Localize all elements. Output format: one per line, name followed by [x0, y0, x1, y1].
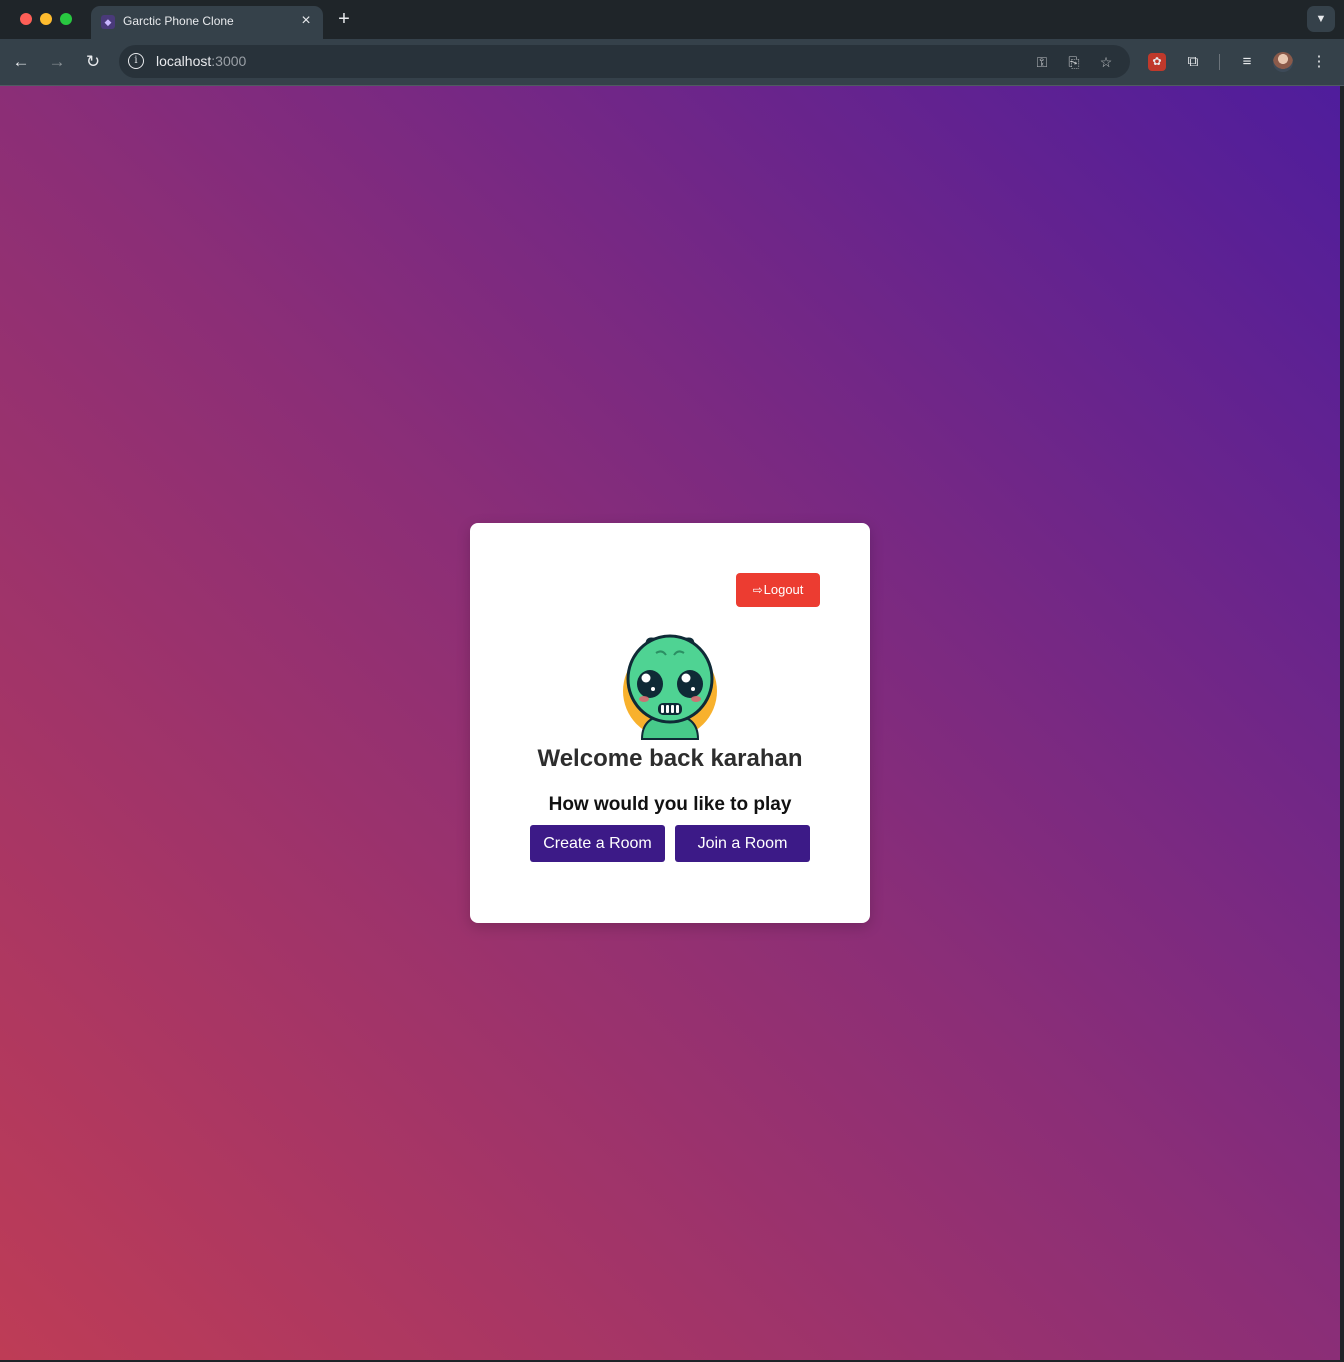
logout-icon: ⇨ [752, 583, 763, 597]
address-bar[interactable]: i localhost:3000 ⚿ ⎘ ☆ [119, 45, 1130, 78]
site-info-icon[interactable]: i [128, 53, 144, 69]
reload-icon[interactable]: ↻ [82, 51, 104, 73]
browser-tab[interactable]: ◆ Garctic Phone Clone × [91, 6, 323, 39]
media-control-icon[interactable]: ≡ [1236, 51, 1258, 73]
window-close-button[interactable] [20, 13, 32, 25]
browser-title-bar: ◆ Garctic Phone Clone × + ▼ [0, 0, 1344, 39]
tab-favicon-icon: ◆ [101, 15, 115, 29]
profile-avatar[interactable] [1273, 52, 1293, 72]
back-icon[interactable]: ← [10, 51, 32, 73]
logout-label: Logout [763, 582, 804, 597]
window-minimize-button[interactable] [40, 13, 52, 25]
play-mode-subtitle: How would you like to play [548, 794, 792, 815]
create-room-button[interactable]: Create a Room [530, 825, 665, 862]
forward-icon[interactable]: → [46, 51, 68, 73]
window-maximize-button[interactable] [60, 13, 72, 25]
tab-search-button[interactable]: ▼ [1307, 6, 1335, 32]
install-app-icon[interactable]: ⎘ [1064, 52, 1084, 72]
bookmark-star-icon[interactable]: ☆ [1096, 52, 1116, 72]
browser-toolbar: ← → ↻ i localhost:3000 ⚿ ⎘ ☆ ✿ ⧉ ≡ ⋮ [0, 39, 1344, 86]
alien-avatar [623, 634, 717, 740]
tab-title: Garctic Phone Clone [123, 14, 234, 28]
welcome-card: ⇨Logout Welcome back karahan How would y… [470, 523, 870, 923]
join-room-button[interactable]: Join a Room [675, 825, 810, 862]
url-text[interactable]: localhost:3000 [156, 53, 246, 69]
new-tab-button[interactable]: + [333, 8, 355, 30]
extensions-puzzle-icon[interactable]: ⧉ [1182, 51, 1204, 73]
url-port: :3000 [211, 53, 247, 69]
more-menu-icon[interactable]: ⋮ [1308, 51, 1330, 73]
logout-button[interactable]: ⇨Logout [736, 573, 820, 607]
welcome-heading: Welcome back karahan [537, 745, 803, 772]
page-viewport: ⇨Logout Welcome back karahan How would y… [0, 86, 1340, 1360]
url-host: localhost [156, 53, 212, 69]
tab-close-icon[interactable]: × [297, 12, 315, 30]
toolbar-divider [1219, 54, 1220, 70]
extension-icon[interactable]: ✿ [1148, 53, 1166, 71]
password-key-icon[interactable]: ⚿ [1032, 52, 1052, 72]
chevron-down-icon: ▼ [1315, 13, 1327, 25]
